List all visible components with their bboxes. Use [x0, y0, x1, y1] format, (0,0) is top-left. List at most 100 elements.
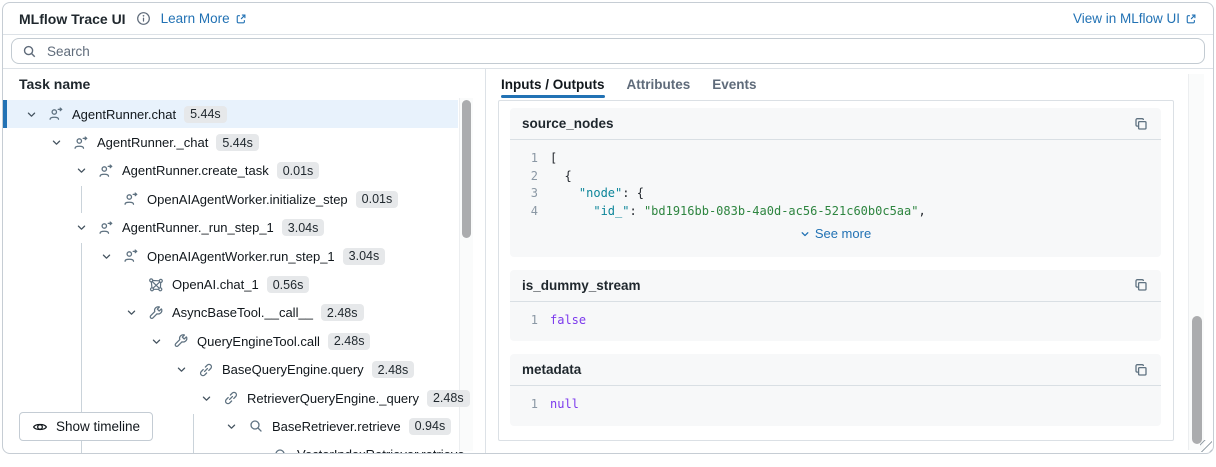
- agent-icon: [123, 248, 139, 264]
- tree-row[interactable]: OpenAIAgentWorker.run_step_13.04s: [3, 242, 458, 270]
- resize-handle[interactable]: [1200, 440, 1212, 452]
- detail-panel: Inputs / Outputs Attributes Events sourc…: [486, 69, 1213, 453]
- see-more-label: See more: [815, 225, 871, 243]
- tree-row[interactable]: BaseQueryEngine.query 2.48s: [3, 356, 458, 384]
- task-label: OpenAIAgentWorker.initialize_step: [147, 192, 348, 207]
- code-line: 1false: [522, 312, 1149, 330]
- view-in-mlflow-label: View in MLflow UI: [1073, 11, 1180, 26]
- search-icon: [22, 44, 37, 59]
- code-line: 4 "id_": "bd1916bb-083b-4a0d-ac56-521c60…: [522, 203, 1149, 221]
- retriever-icon: [273, 447, 289, 453]
- chevron-down-icon[interactable]: [125, 307, 138, 318]
- tree-row[interactable]: VectorIndexRetriever.retrieve: [3, 441, 458, 453]
- tree-row[interactable]: AgentRunner._chat5.44s: [3, 128, 458, 156]
- tree-scrollbar-thumb[interactable]: [462, 100, 471, 238]
- code-line: 2 {: [522, 168, 1149, 186]
- external-link-icon: [235, 13, 247, 25]
- copy-icon: [1133, 362, 1149, 378]
- mlflow-trace-widget: MLflow Trace UI Learn More View in MLflo…: [2, 2, 1214, 454]
- duration-badge: 3.04s: [343, 248, 386, 265]
- chevron-down-icon[interactable]: [100, 251, 113, 262]
- search-input[interactable]: [45, 43, 1194, 60]
- code-token: [550, 185, 579, 203]
- copy-button[interactable]: [1133, 362, 1149, 378]
- line-number: 4: [522, 203, 538, 221]
- duration-badge: 0.01s: [277, 162, 320, 179]
- agent-icon: [123, 191, 139, 207]
- task-label: AgentRunner.chat: [72, 107, 176, 122]
- duration-badge: 2.48s: [427, 390, 470, 407]
- chevron-down-icon[interactable]: [75, 222, 88, 233]
- show-timeline-button[interactable]: Show timeline: [19, 412, 153, 441]
- trace-tree: AgentRunner.chat 5.44s AgentRunner._chat5.…: [3, 98, 485, 453]
- tool-icon: [148, 305, 164, 321]
- code-token: [: [550, 150, 557, 168]
- show-timeline-label: Show timeline: [56, 419, 140, 434]
- line-number: 3: [522, 185, 538, 203]
- copy-icon: [1133, 116, 1149, 132]
- section-title: source_nodes: [522, 116, 614, 131]
- detail-section-card: metadata 1null: [510, 354, 1161, 426]
- search-box[interactable]: [11, 38, 1205, 64]
- section-title: metadata: [522, 362, 581, 377]
- main-split: Task name AgentRunner.chat5.44sAgentRunn…: [3, 69, 1213, 453]
- tab-attributes[interactable]: Attributes: [627, 69, 691, 99]
- task-label: AgentRunner._chat: [97, 135, 208, 150]
- duration-badge: 0.56s: [267, 276, 310, 293]
- chevron-down-icon[interactable]: [200, 393, 213, 404]
- info-icon[interactable]: [136, 11, 151, 26]
- copy-button[interactable]: [1133, 116, 1149, 132]
- header: MLflow Trace UI Learn More View in MLflo…: [3, 3, 1213, 35]
- learn-more-link[interactable]: Learn More: [161, 11, 247, 26]
- duration-badge: 0.01s: [356, 191, 399, 208]
- code-token: "bd1916bb-083b-4a0d-ac56-521c60b0c5aa": [644, 203, 919, 221]
- tree-row[interactable]: AgentRunner.create_task0.01s: [3, 157, 458, 185]
- chevron-down-icon[interactable]: [50, 137, 63, 148]
- task-label: OpenAI.chat_1: [172, 277, 259, 292]
- agent-icon: [98, 163, 114, 179]
- duration-badge: 5.44s: [184, 106, 227, 123]
- tree-row[interactable]: OpenAI.chat_1 0.56s: [3, 270, 458, 298]
- line-number: 2: [522, 168, 538, 186]
- tab-inputs-outputs[interactable]: Inputs / Outputs: [501, 69, 605, 99]
- detail-scrollbar[interactable]: [1188, 74, 1204, 450]
- code-token: {: [550, 168, 572, 186]
- code-token: false: [550, 312, 586, 330]
- chevron-down-icon[interactable]: [225, 421, 238, 432]
- tree-rows: AgentRunner.chat 5.44s AgentRunner._chat5.…: [3, 98, 458, 453]
- tab-events[interactable]: Events: [712, 69, 756, 99]
- tree-row[interactable]: AgentRunner._run_step_13.04s: [3, 214, 458, 242]
- agent-icon: [98, 220, 114, 236]
- chevron-down-icon[interactable]: [75, 165, 88, 176]
- page-title: MLflow Trace UI: [19, 11, 126, 27]
- agent-icon: [48, 106, 64, 122]
- section-header: source_nodes: [510, 108, 1161, 140]
- eye-icon: [32, 419, 48, 435]
- agent-icon: [73, 135, 89, 151]
- task-tree-panel: Task name AgentRunner.chat5.44sAgentRunn…: [3, 69, 486, 453]
- detail-section-card: is_dummy_stream1false: [510, 270, 1161, 342]
- task-label: QueryEngineTool.call: [197, 334, 320, 349]
- view-in-mlflow-link[interactable]: View in MLflow UI: [1073, 11, 1197, 26]
- retriever-icon: [248, 418, 264, 434]
- tree-row[interactable]: QueryEngineTool.call2.48s: [3, 327, 458, 355]
- detail-scrollbar-thumb[interactable]: [1192, 316, 1202, 444]
- chevron-down-icon[interactable]: [150, 336, 163, 347]
- task-label: BaseQueryEngine.query: [222, 362, 364, 377]
- task-label: RetrieverQueryEngine._query: [247, 391, 419, 406]
- chevron-down-icon[interactable]: [25, 109, 38, 120]
- tool-icon: [173, 333, 189, 349]
- copy-button[interactable]: [1133, 277, 1149, 293]
- chevron-down-icon[interactable]: [175, 364, 188, 375]
- see-more-link[interactable]: See more: [522, 220, 1149, 245]
- tree-row[interactable]: OpenAIAgentWorker.initialize_step 0.01s: [3, 185, 458, 213]
- tree-row[interactable]: AsyncBaseTool.__call__2.48s: [3, 299, 458, 327]
- code-block: 1null: [510, 386, 1161, 426]
- code-line: 1[: [522, 150, 1149, 168]
- duration-badge: 2.48s: [372, 361, 415, 378]
- tree-row[interactable]: RetrieverQueryEngine._query2.48s: [3, 384, 458, 412]
- duration-badge: 2.48s: [321, 304, 364, 321]
- duration-badge: 3.04s: [282, 219, 325, 236]
- tree-row[interactable]: AgentRunner.chat 5.44s: [3, 100, 458, 128]
- code-token: : {: [622, 185, 644, 203]
